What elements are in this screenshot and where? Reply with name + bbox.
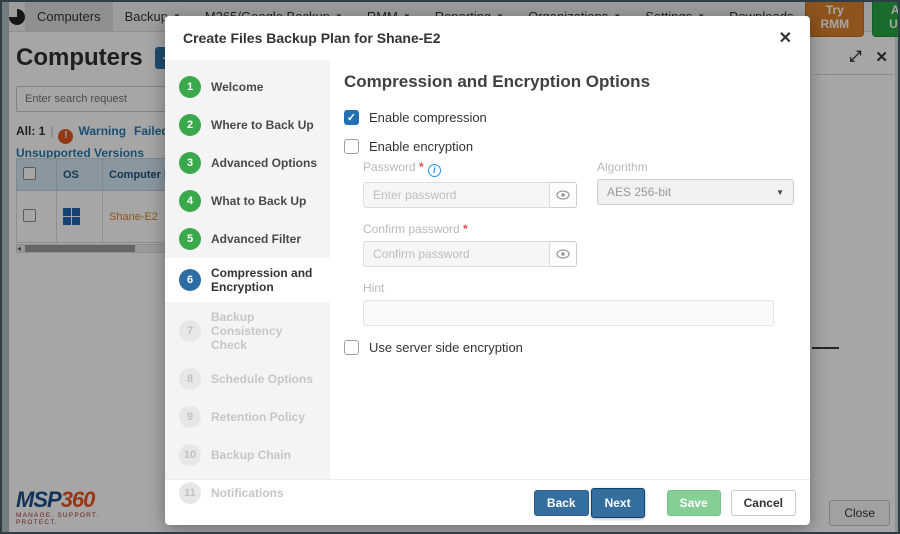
wizard-steps-sidebar: 1Welcome 2Where to Back Up 3Advanced Opt… [165, 60, 330, 479]
enable-encryption-checkbox[interactable] [344, 139, 359, 154]
step-backup-chain[interactable]: 10Backup Chain [165, 436, 330, 474]
info-icon[interactable]: i [428, 164, 441, 177]
step-advanced-filter[interactable]: 5Advanced Filter [165, 220, 330, 258]
dialog-footer: Back Next Save Cancel [165, 479, 810, 525]
show-confirm-password-button[interactable] [550, 241, 577, 267]
dialog-title: Create Files Backup Plan for Shane-E2 [183, 30, 441, 46]
chevron-down-icon: ▼ [776, 188, 784, 197]
server-side-encryption-label: Use server side encryption [369, 340, 523, 355]
step-advanced-options[interactable]: 3Advanced Options [165, 144, 330, 182]
dialog-header: Create Files Backup Plan for Shane-E2 ✕ [165, 16, 810, 60]
dialog-close-icon[interactable]: ✕ [779, 28, 792, 48]
cancel-button[interactable]: Cancel [731, 490, 796, 516]
eye-icon [556, 249, 570, 259]
algorithm-label: Algorithm [597, 160, 794, 174]
confirm-password-label: Confirm password * [363, 222, 794, 236]
step-schedule-options[interactable]: 8Schedule Options [165, 360, 330, 398]
step-where-to-back-up[interactable]: 2Where to Back Up [165, 106, 330, 144]
next-button[interactable]: Next [591, 488, 645, 518]
step-retention-policy[interactable]: 9Retention Policy [165, 398, 330, 436]
hint-label: Hint [363, 281, 794, 295]
password-input[interactable] [363, 182, 550, 208]
wizard-step-content: Compression and Encryption Options ✓ Ena… [330, 60, 810, 479]
backup-plan-wizard-dialog: Create Files Backup Plan for Shane-E2 ✕ … [165, 16, 810, 525]
eye-icon [556, 190, 570, 200]
confirm-password-input[interactable] [363, 241, 550, 267]
enable-compression-label: Enable compression [369, 110, 487, 125]
step-welcome[interactable]: 1Welcome [165, 68, 330, 106]
encryption-form: Password *i Algorithm AES 256-bit▼ Confi… [363, 160, 794, 326]
step-what-to-back-up[interactable]: 4What to Back Up [165, 182, 330, 220]
hint-input[interactable] [363, 300, 774, 326]
app-window: Computers Backup▼ M365/Google Backup▼ RM… [0, 0, 900, 534]
save-button[interactable]: Save [667, 490, 721, 516]
step-backup-consistency-check[interactable]: 7Backup Consistency Check [165, 302, 330, 360]
step-compression-encryption[interactable]: 6Compression and Encryption [165, 258, 330, 302]
show-password-button[interactable] [550, 182, 577, 208]
back-button[interactable]: Back [534, 490, 589, 516]
server-side-encryption-checkbox[interactable] [344, 340, 359, 355]
enable-encryption-label: Enable encryption [369, 139, 473, 154]
enable-compression-checkbox[interactable]: ✓ [344, 110, 359, 125]
password-label: Password *i [363, 160, 577, 177]
algorithm-select[interactable]: AES 256-bit▼ [597, 179, 794, 205]
step-heading: Compression and Encryption Options [344, 72, 794, 92]
